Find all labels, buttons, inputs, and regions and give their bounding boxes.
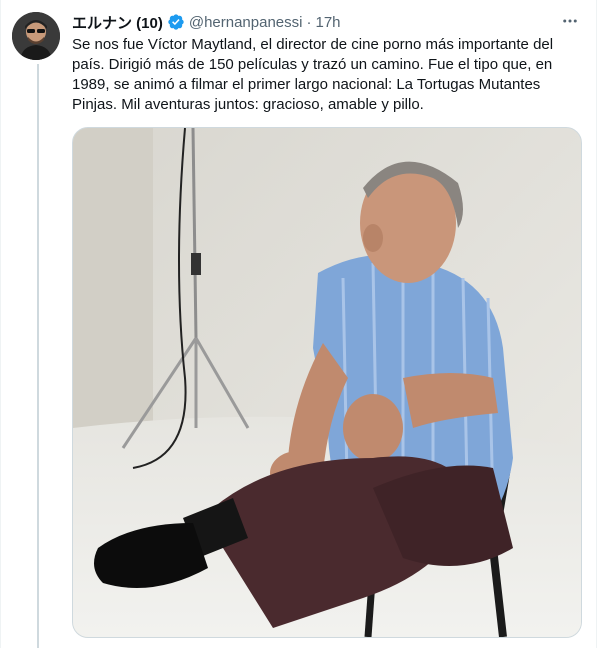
thread-connector-line <box>37 64 39 648</box>
avatar-image <box>12 12 60 60</box>
timestamp[interactable]: 17h <box>315 14 340 31</box>
tweet-text: Se nos fue Víctor Maytland, el director … <box>72 36 554 113</box>
photo-man-seated-on-chair <box>73 128 581 637</box>
timeline-left-border <box>0 0 1 648</box>
tweet-photo[interactable] <box>72 127 582 638</box>
verified-badge-icon <box>167 13 185 31</box>
avatar[interactable] <box>12 12 60 60</box>
more-options-icon <box>563 19 577 23</box>
user-handle[interactable]: @hernanpanessi <box>189 14 303 31</box>
tweet-header: エルナン (10) @hernanpanessi · 17h <box>72 11 579 33</box>
separator-dot: · <box>306 13 312 31</box>
more-options-button[interactable] <box>559 10 581 32</box>
display-name[interactable]: エルナン (10) <box>72 12 163 33</box>
